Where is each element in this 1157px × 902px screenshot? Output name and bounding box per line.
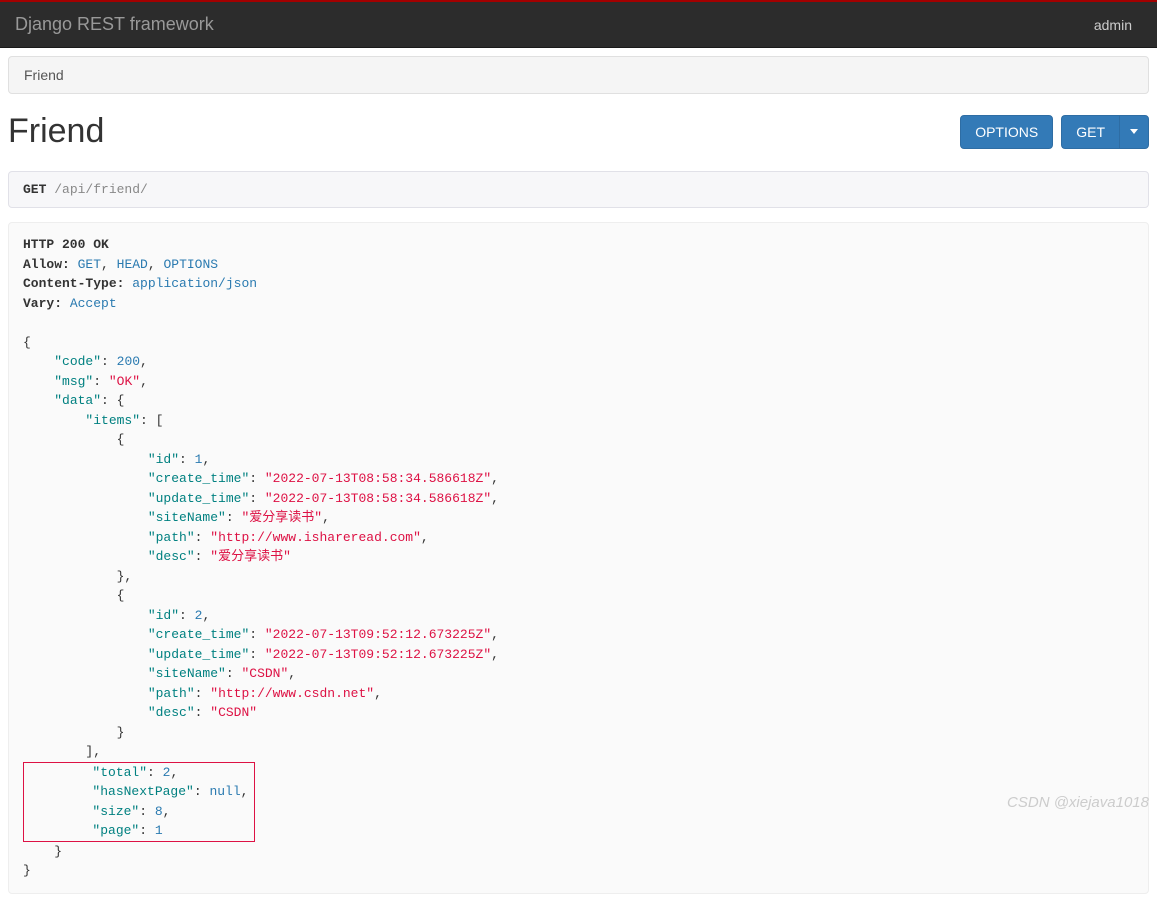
json-item-id: 2 xyxy=(195,608,203,623)
allow-head: HEAD xyxy=(117,257,148,272)
request-line: GET /api/friend/ xyxy=(8,171,1149,208)
page-header: Friend OPTIONS GET xyxy=(8,112,1149,151)
allow-label: Allow: xyxy=(23,257,70,272)
json-update-time: 2022-07-13T09:52:12.673225Z xyxy=(273,647,484,662)
json-hasnextpage: null xyxy=(209,784,240,799)
request-method: GET xyxy=(23,182,46,197)
get-dropdown-toggle[interactable] xyxy=(1119,115,1149,149)
vary-label: Vary: xyxy=(23,296,62,311)
navbar: Django REST framework admin xyxy=(0,2,1157,48)
request-path: /api/friend/ xyxy=(54,182,148,197)
status-line: HTTP 200 OK xyxy=(23,237,109,252)
breadcrumb: Friend xyxy=(8,56,1149,94)
json-path: http://www.ishareread.com xyxy=(218,530,413,545)
json-total: 2 xyxy=(163,765,171,780)
json-size: 8 xyxy=(155,804,163,819)
pagination-highlight: "total": 2, "hasNextPage": null, "size":… xyxy=(23,762,255,842)
vary-value: Accept xyxy=(70,296,117,311)
get-button-group: GET xyxy=(1061,115,1149,149)
breadcrumb-item[interactable]: Friend xyxy=(24,67,64,83)
json-page: 1 xyxy=(155,823,163,838)
json-desc: CSDN xyxy=(218,705,249,720)
chevron-down-icon xyxy=(1130,129,1138,134)
json-msg-value: OK xyxy=(117,374,133,389)
json-create-time: 2022-07-13T08:58:34.586618Z xyxy=(273,471,484,486)
json-desc: 爱分享读书 xyxy=(218,549,283,564)
json-update-time: 2022-07-13T08:58:34.586618Z xyxy=(273,491,484,506)
content-type-label: Content-Type: xyxy=(23,276,124,291)
json-sitename: 爱分享读书 xyxy=(249,510,314,525)
response-block: HTTP 200 OK Allow: GET, HEAD, OPTIONS Co… xyxy=(8,222,1149,894)
allow-options: OPTIONS xyxy=(163,257,218,272)
json-create-time: 2022-07-13T09:52:12.673225Z xyxy=(273,627,484,642)
allow-get: GET xyxy=(78,257,101,272)
json-sitename: CSDN xyxy=(249,666,280,681)
response-content: HTTP 200 OK Allow: GET, HEAD, OPTIONS Co… xyxy=(23,235,1134,881)
page-title: Friend xyxy=(8,112,104,151)
content-type-value: application/json xyxy=(132,276,257,291)
navbar-brand[interactable]: Django REST framework xyxy=(15,14,214,35)
options-button[interactable]: OPTIONS xyxy=(960,115,1053,149)
get-button[interactable]: GET xyxy=(1061,115,1119,149)
navbar-user-link[interactable]: admin xyxy=(1094,17,1142,33)
json-item-id: 1 xyxy=(195,452,203,467)
json-code-value: 200 xyxy=(117,354,140,369)
action-button-group: OPTIONS GET xyxy=(960,115,1149,149)
json-path: http://www.csdn.net xyxy=(218,686,366,701)
